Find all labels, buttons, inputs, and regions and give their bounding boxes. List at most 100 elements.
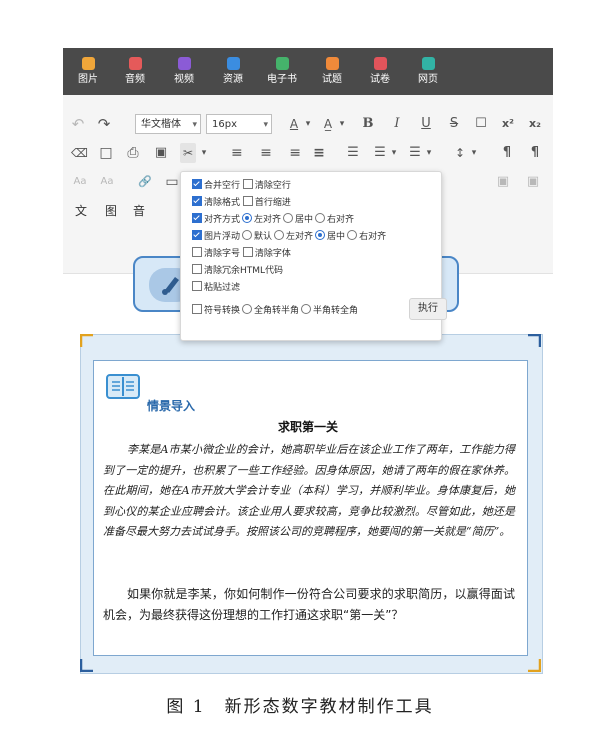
font-family-value: 华文楷体 xyxy=(141,119,181,130)
chevron-down-icon[interactable]: ▾ xyxy=(337,114,347,134)
music-icon xyxy=(128,57,142,70)
insert-resource-button[interactable]: 资源 xyxy=(210,53,256,93)
first-line-indent-checkbox[interactable] xyxy=(242,196,253,206)
bold-button[interactable]: B xyxy=(360,114,376,134)
clear-font-family-checkbox[interactable] xyxy=(242,247,253,257)
direction-rtl-button[interactable]: ¶ xyxy=(527,143,543,163)
font-size-value: 16px xyxy=(212,119,237,130)
scenario-title: 求职第一关 xyxy=(277,420,338,434)
option-label: 清除字号 xyxy=(204,249,241,259)
option-label: 粘贴过滤 xyxy=(204,283,241,293)
corner-ornament xyxy=(80,659,93,672)
text-box-button[interactable]: ☐ xyxy=(473,114,489,134)
option-row: 清除字号 清除字体 xyxy=(192,246,291,262)
align-right-button[interactable]: ≡ xyxy=(285,143,301,163)
chevron-down-icon[interactable]: ▾ xyxy=(469,143,479,163)
undo-button[interactable]: ↶ xyxy=(69,114,87,134)
ebook-icon xyxy=(275,57,289,70)
line-spacing-button[interactable]: ☰ xyxy=(372,143,388,163)
uppercase-button[interactable]: Aa xyxy=(71,172,89,192)
indent-button[interactable]: ☰ xyxy=(345,143,361,163)
new-document-button[interactable]: □ xyxy=(98,143,114,163)
align-left-button[interactable]: ≡ xyxy=(231,143,247,163)
insert-webpage-button[interactable]: 网页 xyxy=(405,53,451,93)
clear-format-checkbox[interactable] xyxy=(192,196,202,206)
font-color-button[interactable]: A xyxy=(287,114,301,134)
paragraph-spacing-button[interactable]: ☰ xyxy=(407,143,423,163)
merge-blank-lines-checkbox[interactable] xyxy=(192,179,202,189)
italic-button[interactable]: I xyxy=(389,114,405,134)
table-button[interactable]: ▣ xyxy=(495,172,511,192)
insert-picture-button[interactable]: ▭ xyxy=(164,172,180,192)
chevron-down-icon: ▾ xyxy=(263,120,268,130)
highlight-button[interactable]: A̲ xyxy=(321,114,335,134)
clear-blank-lines-checkbox[interactable] xyxy=(242,179,253,189)
section-label: 情景导入 xyxy=(147,399,196,413)
eraser-button[interactable]: ⌫ xyxy=(71,143,88,163)
link-icon[interactable]: 🔗 xyxy=(137,172,153,192)
chevron-down-icon[interactable]: ▾ xyxy=(303,114,313,134)
insert-toolbar: 图片 音频 视频 资源 电子书 试题 试卷 网页 xyxy=(63,48,553,95)
question-icon xyxy=(325,57,339,70)
image-mode-button[interactable]: 图 xyxy=(103,201,119,221)
chevron-down-icon: ▾ xyxy=(192,120,197,130)
float-left-radio[interactable] xyxy=(274,230,285,240)
font-family-select[interactable]: 华文楷体 ▾ xyxy=(135,114,201,134)
font-size-select[interactable]: 16px ▾ xyxy=(206,114,272,134)
full-to-half-radio[interactable] xyxy=(242,304,253,314)
chevron-down-icon[interactable]: ▾ xyxy=(389,143,399,163)
redo-button[interactable]: ↷ xyxy=(95,114,113,134)
insert-paper-button[interactable]: 试卷 xyxy=(357,53,403,93)
align-center-button[interactable]: ≡ xyxy=(258,143,274,163)
option-label: 右对齐 xyxy=(359,232,387,242)
float-right-radio[interactable] xyxy=(347,230,358,240)
resource-icon xyxy=(226,57,240,70)
option-label: 默认 xyxy=(254,232,273,242)
toolbar-row-2: ⌫ □ ⎙ ▣ ✂ ▾ ≡ ≡ ≡ ≡ ☰ ☰ ▾ ☰ ▾ ↕ ▾ ¶ ¶ xyxy=(63,143,553,167)
execute-button[interactable]: 执行 xyxy=(409,298,447,320)
line-height-button[interactable]: ↕ xyxy=(452,143,468,163)
justify-button[interactable]: ≡ xyxy=(311,143,327,163)
insert-question-button[interactable]: 试题 xyxy=(309,53,355,93)
insert-video-button[interactable]: 视频 xyxy=(161,53,207,93)
direction-ltr-button[interactable]: ¶ xyxy=(499,143,515,163)
strikethrough-button[interactable]: S xyxy=(446,114,462,134)
chevron-down-icon[interactable]: ▾ xyxy=(424,143,434,163)
insert-audio-button[interactable]: 音频 xyxy=(112,53,158,93)
table-cell-button[interactable]: ▣ xyxy=(525,172,541,192)
option-label: 图片浮动 xyxy=(204,232,241,242)
text-mode-button[interactable]: 文 xyxy=(73,201,89,221)
align-center-radio[interactable] xyxy=(283,213,294,223)
preview-button[interactable]: ▣ xyxy=(153,143,169,163)
book-icon xyxy=(106,374,140,399)
paste-filter-checkbox[interactable] xyxy=(192,281,202,291)
half-to-full-radio[interactable] xyxy=(301,304,312,314)
lowercase-button[interactable]: Aa xyxy=(98,172,116,192)
image-icon xyxy=(81,57,95,70)
auto-typeset-button[interactable]: ✂ xyxy=(180,143,196,163)
print-button[interactable]: ⎙ xyxy=(125,143,141,163)
align-left-radio[interactable] xyxy=(242,213,253,223)
insert-image-button[interactable]: 图片 xyxy=(65,53,111,93)
auto-typeset-popup: 合并空行 清除空行 清除格式 首行缩进 对齐方式 左对齐 居中 右对齐 图片浮动 默认左… xyxy=(180,171,447,341)
insert-ebook-button[interactable]: 电子书 xyxy=(259,53,305,93)
corner-ornament xyxy=(80,334,93,347)
scenario-question: 如果你就是李某，你如何制作一份符合公司要求的求职简历，以赢得面试机会，为最终获得… xyxy=(103,587,515,622)
option-row: 符号转换 全角转半角 半角转全角 xyxy=(192,303,358,319)
image-float-checkbox[interactable] xyxy=(192,230,202,240)
underline-button[interactable]: U xyxy=(418,114,434,134)
chevron-down-icon[interactable]: ▾ xyxy=(199,143,209,163)
float-center-radio[interactable] xyxy=(315,230,326,240)
editor-window: 图片 音频 视频 资源 电子书 试题 试卷 网页 ↶ ↷ 华文楷体 ▾ 16px ▾… xyxy=(63,48,553,682)
float-default-radio[interactable] xyxy=(242,230,253,240)
clear-font-size-checkbox[interactable] xyxy=(192,247,202,257)
clear-redundant-html-checkbox[interactable] xyxy=(192,264,202,274)
video-icon xyxy=(177,57,191,70)
align-right-radio[interactable] xyxy=(315,213,326,223)
audio-mode-button[interactable]: 音 xyxy=(131,201,147,221)
alignment-checkbox[interactable] xyxy=(192,213,202,223)
symbol-convert-checkbox[interactable] xyxy=(192,304,202,314)
subscript-button[interactable]: x₂ xyxy=(526,114,544,134)
option-label: 全角转半角 xyxy=(254,306,300,316)
superscript-button[interactable]: x² xyxy=(499,114,517,134)
